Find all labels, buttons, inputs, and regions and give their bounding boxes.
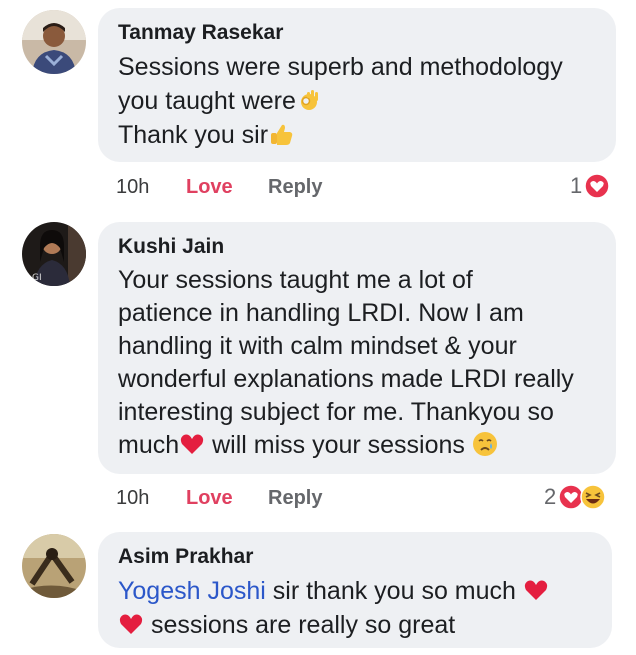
comment-line-text: sessions are really so great: [144, 611, 456, 639]
haha-icon: [580, 484, 606, 510]
comment-line: Your sessions taught me a lot of: [118, 266, 473, 294]
comment-line-text: sir thank you so much: [265, 577, 523, 605]
love-button[interactable]: Love: [186, 487, 268, 510]
comment-line: wonderful explanations made LRDI really: [118, 365, 574, 393]
crying-face-emoji-icon: [472, 431, 498, 457]
reaction-count: 2: [544, 484, 557, 509]
avatar[interactable]: GI: [22, 222, 86, 286]
comment-text: Yogesh Joshi sir thank you so much sessi…: [118, 574, 594, 642]
love-button[interactable]: Love: [186, 176, 268, 199]
comment-time[interactable]: 10h: [116, 487, 186, 510]
reply-button[interactable]: Reply: [268, 487, 322, 510]
reply-button[interactable]: Reply: [268, 176, 322, 199]
comment-line: handling it with calm mindset & your: [118, 332, 517, 360]
comment-line-text: Thank you sir: [118, 121, 269, 149]
comment-text: Sessions were superb and methodology you…: [118, 50, 598, 152]
comment-line: sessions are really so great: [118, 608, 594, 642]
love-icon: [584, 173, 610, 199]
comment-line: Yogesh Joshi sir thank you so much: [118, 574, 594, 608]
comment-line-text: you taught were: [118, 87, 296, 115]
comment-actions: 10h Love Reply: [116, 487, 322, 510]
comment-time[interactable]: 10h: [116, 176, 186, 199]
comment-author[interactable]: Kushi Jain: [118, 234, 598, 260]
avatar[interactable]: [22, 534, 86, 598]
reaction-summary[interactable]: 1: [570, 173, 610, 199]
comment-line-text: will miss your sessions: [205, 431, 472, 459]
comment-line: patience in handling LRDI. Now I am: [118, 299, 524, 327]
comment-line: Sessions were superb and methodology: [118, 53, 563, 81]
mention-link[interactable]: Yogesh Joshi: [118, 577, 266, 605]
comment-line: Thank you sir: [118, 118, 598, 152]
comment-line: much will miss your sessions: [118, 429, 598, 462]
comment-line: interesting subject for me. Thankyou so: [118, 398, 554, 426]
comment-bubble: Asim Prakhar Yogesh Joshi sir thank you …: [98, 532, 612, 648]
thumbs-up-emoji-icon: [268, 121, 294, 147]
comment-line-text: much: [118, 431, 180, 459]
svg-text:GI: GI: [32, 273, 42, 283]
comment-author[interactable]: Asim Prakhar: [118, 544, 594, 570]
red-heart-emoji-icon: [118, 611, 144, 637]
red-heart-emoji-icon: [179, 431, 205, 457]
comment-line: you taught were: [118, 84, 598, 118]
avatar[interactable]: [22, 10, 86, 74]
reaction-summary[interactable]: 2: [544, 484, 606, 510]
comment-bubble: Tanmay Rasekar Sessions were superb and …: [98, 8, 616, 162]
comment-author[interactable]: Tanmay Rasekar: [118, 20, 598, 46]
red-heart-emoji-icon: [523, 577, 549, 603]
reaction-count: 1: [570, 173, 583, 198]
ok-hand-emoji-icon: [296, 87, 322, 113]
comment-text: Your sessions taught me a lot of patienc…: [118, 264, 598, 462]
comment-bubble: Kushi Jain Your sessions taught me a lot…: [98, 222, 616, 474]
comment-actions: 10h Love Reply: [116, 176, 322, 199]
